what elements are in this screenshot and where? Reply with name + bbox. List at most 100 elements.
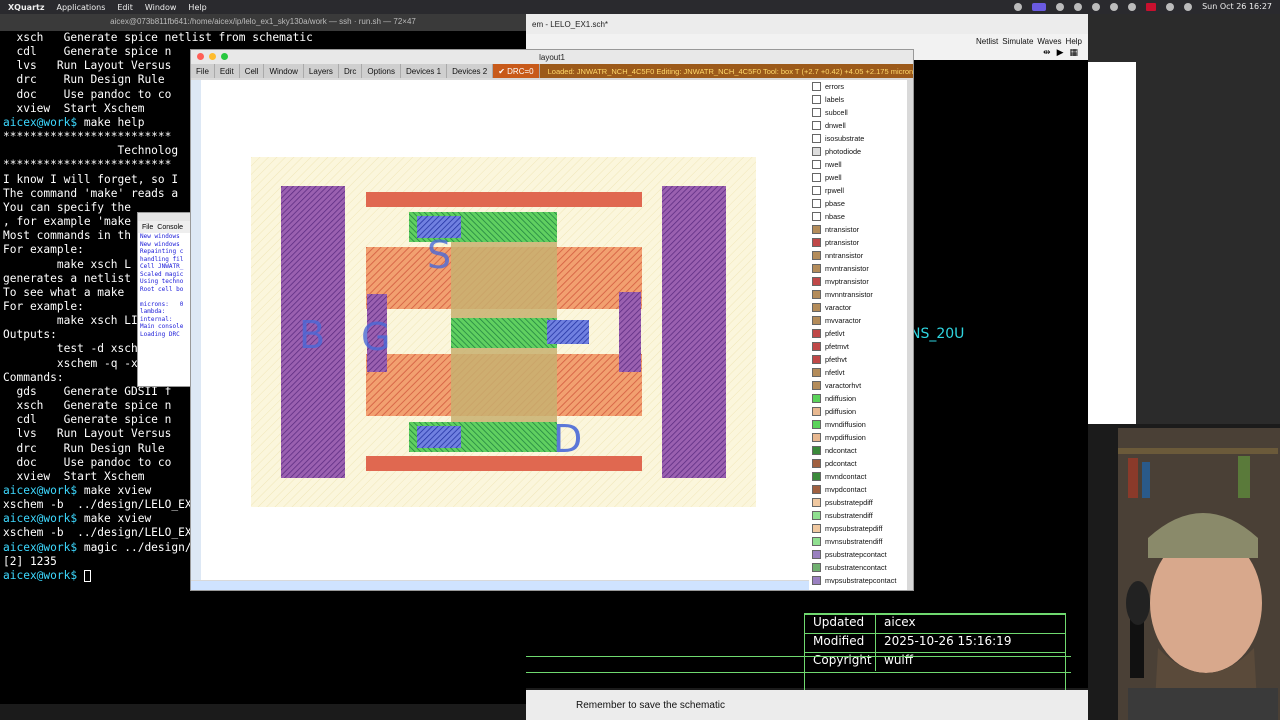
vertical-scrollbar[interactable] [191, 80, 201, 580]
drc-status-button[interactable]: ✔ DRC=0 [493, 64, 540, 78]
horizontal-scrollbar[interactable] [191, 581, 809, 590]
layer-item[interactable]: rpwell [809, 184, 907, 197]
layer-item[interactable]: psubstratepcontact [809, 548, 907, 561]
console-menu-console[interactable]: Console [157, 224, 183, 231]
menu-edit[interactable]: Edit [117, 3, 133, 12]
terminal-text: Most commands in th [3, 229, 131, 243]
control-center-icon[interactable] [1184, 2, 1193, 11]
layer-name: pfetmvt [825, 342, 849, 351]
layer-item[interactable]: mvntransistor [809, 262, 907, 275]
menu-window[interactable]: Window [145, 3, 177, 12]
record-icon[interactable] [1092, 2, 1101, 11]
input-source-flag-icon[interactable] [1146, 2, 1157, 11]
layer-swatch-icon [812, 420, 821, 429]
play-icon[interactable]: ▶ [1057, 48, 1064, 60]
layer-swatch-icon [812, 264, 821, 273]
layer-item[interactable]: pfetlvt [809, 327, 907, 340]
layer-item[interactable]: mvptransistor [809, 275, 907, 288]
layer-item[interactable]: pdiffusion [809, 405, 907, 418]
layer-item[interactable]: pfethvt [809, 353, 907, 366]
layer-item[interactable]: ptransistor [809, 236, 907, 249]
menu-help[interactable]: Help [1066, 37, 1082, 46]
layer-item[interactable]: dnwell [809, 119, 907, 132]
layer-item[interactable]: varactorhvt [809, 379, 907, 392]
layer-name: mvnsubstratendiff [825, 537, 883, 546]
layer-item[interactable]: nfetlvt [809, 366, 907, 379]
layer-item[interactable]: labels [809, 93, 907, 106]
menu-simulate[interactable]: Simulate [1002, 37, 1033, 46]
layer-item[interactable]: nsubstratendiff [809, 509, 907, 522]
zoom-icon[interactable] [221, 53, 228, 60]
magic-layout-window[interactable]: layout1 File Edit Cell Window Layers Drc… [190, 49, 914, 591]
menu-cell[interactable]: Cell [240, 64, 265, 78]
menu-devices-2[interactable]: Devices 2 [447, 64, 494, 78]
menu-netlist[interactable]: Netlist [976, 37, 998, 46]
minimize-icon[interactable] [209, 53, 216, 60]
dropbox-icon[interactable] [1056, 2, 1065, 11]
layer-name: mvpsubstratepcontact [825, 576, 897, 585]
layer-item[interactable]: photodiode [809, 145, 907, 158]
layer-item[interactable]: isosubstrate [809, 132, 907, 145]
layer-item[interactable]: pfetmvt [809, 340, 907, 353]
layer-item[interactable]: nsubstratencontact [809, 561, 907, 574]
layer-item[interactable]: ndiffusion [809, 392, 907, 405]
menu-help[interactable]: Help [188, 3, 206, 12]
cloud-icon[interactable] [1074, 2, 1083, 11]
clock[interactable]: Sun Oct 26 16:27 [1202, 2, 1272, 11]
layer-item[interactable]: mvpdiffusion [809, 431, 907, 444]
layer-item[interactable]: pdcontact [809, 457, 907, 470]
layer-item[interactable]: varactor [809, 301, 907, 314]
terminal-text: xsch Generate spice n [3, 399, 172, 413]
screen-share-icon[interactable] [1032, 2, 1047, 11]
layer-item[interactable]: mvvaractor [809, 314, 907, 327]
layer-swatch-icon [812, 498, 821, 507]
menu-waves[interactable]: Waves [1037, 37, 1061, 46]
layer-item[interactable]: mvnsubstratendiff [809, 535, 907, 548]
layer-item[interactable]: mvpsubstratepdiff [809, 522, 907, 535]
layer-swatch-icon [812, 368, 821, 377]
wifi-icon[interactable] [1128, 2, 1137, 11]
layer-item[interactable]: errors [809, 80, 907, 93]
status-icon[interactable] [1014, 2, 1023, 11]
layer-name: psubstratepdiff [825, 498, 873, 507]
menu-edit[interactable]: Edit [215, 64, 240, 78]
layer-item[interactable]: nwell [809, 158, 907, 171]
grid-icon[interactable]: ▦ [1069, 48, 1078, 60]
tkcon-console-window[interactable]: File Console New windows New windows Rep… [137, 212, 191, 387]
layer-item[interactable]: nntransistor [809, 249, 907, 262]
layer-item[interactable]: ntransistor [809, 223, 907, 236]
console-menu-file[interactable]: File [142, 224, 153, 231]
menu-file[interactable]: File [191, 64, 215, 78]
layer-item[interactable]: ndcontact [809, 444, 907, 457]
close-icon[interactable] [197, 53, 204, 60]
layer-swatch-icon [812, 108, 821, 117]
audio-icon[interactable] [1110, 2, 1119, 11]
layout-canvas[interactable]: S G B D [201, 80, 809, 580]
layer-item[interactable]: nbase [809, 210, 907, 223]
layer-name: rpwell [825, 186, 845, 195]
terminal-text: The command 'make' reads a [3, 186, 179, 200]
layer-item[interactable]: mvpsubstratepcontact [809, 574, 907, 587]
layer-item[interactable]: pwell [809, 171, 907, 184]
layer-item[interactable]: subcell [809, 106, 907, 119]
arrow-left-right-icon[interactable]: ⇹ [1043, 48, 1051, 60]
menu-applications[interactable]: Applications [57, 3, 106, 12]
layer-item[interactable]: mvndcontact [809, 470, 907, 483]
menu-layers[interactable]: Layers [304, 64, 339, 78]
layer-item[interactable]: mvpdcontact [809, 483, 907, 496]
search-icon[interactable] [1166, 2, 1175, 11]
layer-item[interactable]: mvndiffusion [809, 418, 907, 431]
layer-item[interactable]: pbase [809, 197, 907, 210]
app-menu[interactable]: XQuartz [8, 3, 45, 12]
menu-devices-1[interactable]: Devices 1 [401, 64, 448, 78]
layer-item[interactable]: mvnntransistor [809, 288, 907, 301]
menu-drc[interactable]: Drc [339, 64, 363, 78]
menu-options[interactable]: Options [362, 64, 401, 78]
layer-item[interactable]: psubstratepdiff [809, 496, 907, 509]
console-output[interactable]: New windows New windows Repainting c han… [138, 233, 190, 386]
layer-palette[interactable]: errors labels subcell dnwell isosubstrate pho… [809, 80, 907, 590]
layer-name: nfetlvt [825, 368, 845, 377]
gate-contact-right [619, 292, 641, 372]
menu-window[interactable]: Window [264, 64, 304, 78]
layer-swatch-icon [812, 186, 821, 195]
